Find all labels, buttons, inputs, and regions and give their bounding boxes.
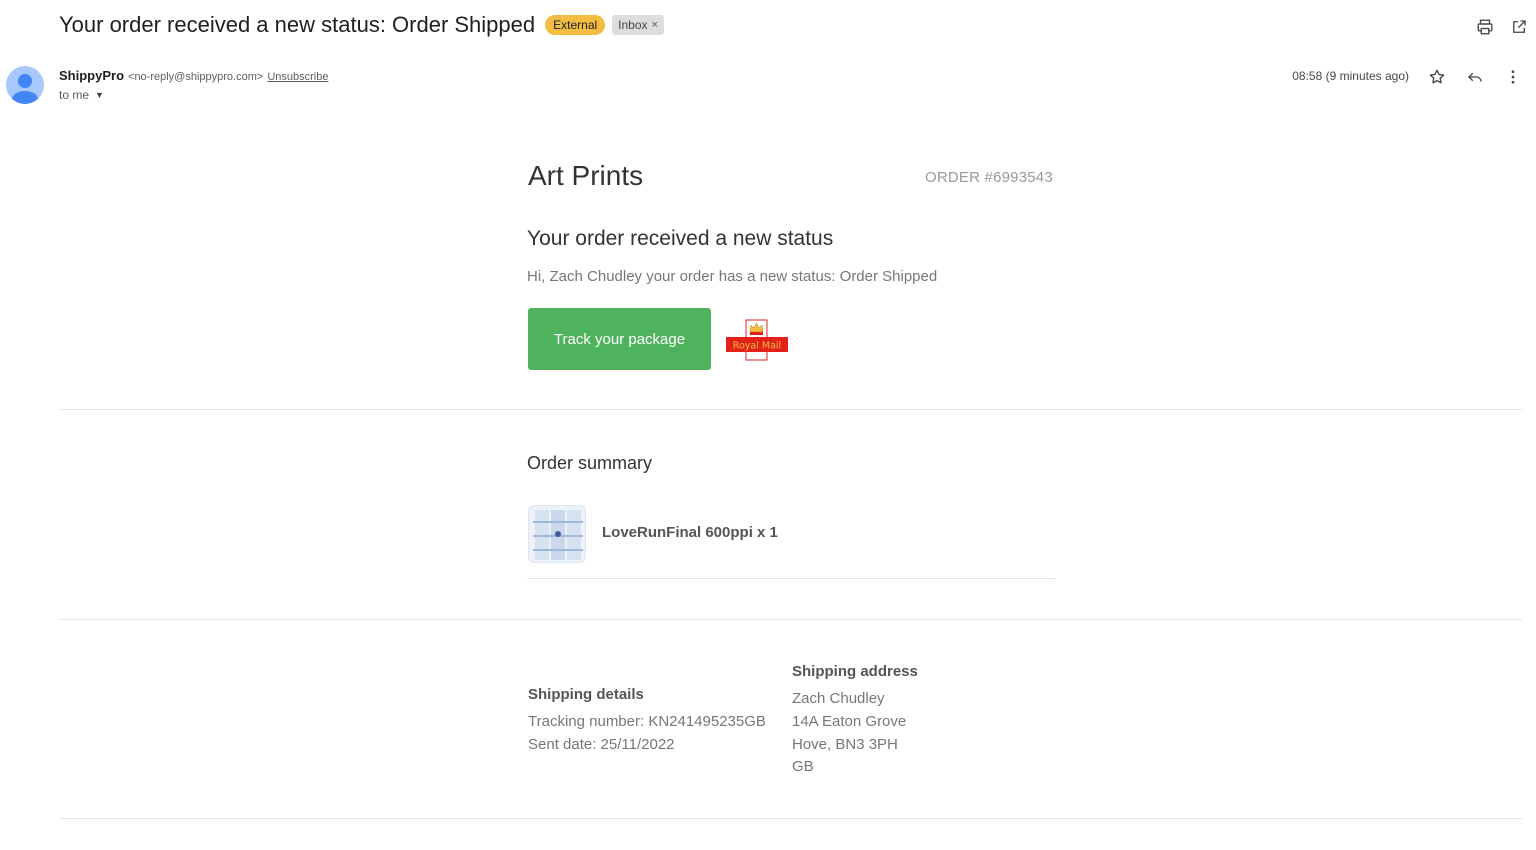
external-label-badge: External bbox=[545, 15, 606, 35]
order-number: ORDER #6993543 bbox=[925, 169, 1053, 186]
recipient-details-toggle[interactable]: to me ▼ bbox=[59, 88, 104, 102]
status-message: Hi, Zach Chudley your order has a new st… bbox=[527, 268, 938, 285]
address-line: Zach Chudley bbox=[792, 690, 885, 707]
print-icon[interactable] bbox=[1468, 12, 1502, 42]
sent-date: Sent date: 25/11/2022 bbox=[528, 736, 675, 753]
tracking-number: Tracking number: KN241495235GB bbox=[528, 713, 766, 730]
email-subject-row: Your order received a new status: Order … bbox=[59, 12, 664, 38]
shop-name: Art Prints bbox=[528, 160, 644, 191]
sender-line: ShippyPro <no-reply@shippypro.com> Unsub… bbox=[59, 68, 328, 83]
chevron-down-icon: ▼ bbox=[95, 90, 104, 100]
more-vert-icon[interactable] bbox=[1494, 62, 1532, 92]
address-line: 14A Eaton Grove bbox=[792, 713, 907, 730]
status-heading: Your order received a new status bbox=[527, 227, 834, 250]
sender-name[interactable]: ShippyPro bbox=[59, 68, 124, 83]
section-divider bbox=[59, 818, 1522, 819]
inbox-label-text: Inbox bbox=[618, 18, 648, 32]
section-divider bbox=[59, 619, 1522, 620]
recipient-label: to me bbox=[59, 88, 90, 102]
product-divider bbox=[527, 578, 1055, 579]
top-toolbar bbox=[1468, 12, 1536, 42]
royal-mail-logo[interactable]: Royal Mail bbox=[726, 319, 788, 361]
sender-email: <no-reply@shippypro.com> bbox=[128, 71, 264, 83]
royal-mail-logo-text: Royal Mail bbox=[733, 341, 781, 352]
section-divider bbox=[59, 409, 1522, 410]
shipping-address-title: Shipping address bbox=[792, 663, 918, 680]
reply-icon[interactable] bbox=[1456, 62, 1494, 92]
product-name: LoveRunFinal 600ppi x 1 bbox=[602, 524, 778, 541]
address-line: Hove, BN3 3PH bbox=[792, 736, 898, 753]
message-actions bbox=[1418, 62, 1532, 92]
inbox-label-badge: Inbox × bbox=[612, 15, 664, 35]
open-in-new-window-icon[interactable] bbox=[1502, 12, 1536, 42]
shipping-details-title: Shipping details bbox=[528, 686, 644, 703]
order-summary-heading: Order summary bbox=[527, 453, 653, 473]
unsubscribe-link[interactable]: Unsubscribe bbox=[267, 71, 328, 83]
email-subject: Your order received a new status: Order … bbox=[59, 12, 536, 37]
email-timestamp: 08:58 (9 minutes ago) bbox=[1292, 69, 1409, 83]
remove-label-icon[interactable]: × bbox=[652, 19, 658, 31]
product-thumbnail bbox=[528, 505, 586, 563]
avatar[interactable] bbox=[6, 66, 44, 104]
address-line: GB bbox=[792, 758, 814, 775]
track-package-button[interactable]: Track your package bbox=[528, 308, 711, 370]
star-icon[interactable] bbox=[1418, 62, 1456, 92]
